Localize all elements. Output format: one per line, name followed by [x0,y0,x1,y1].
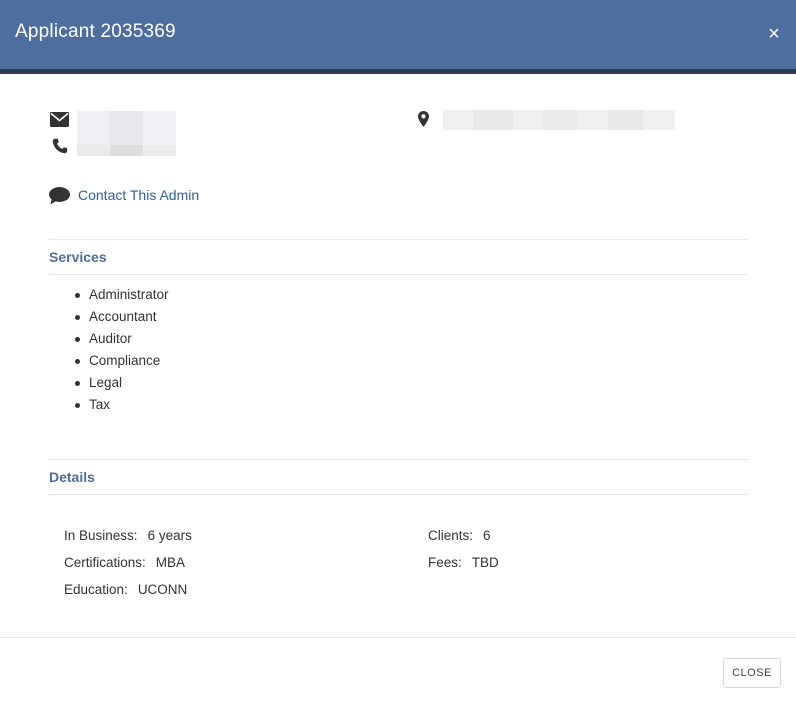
envelope-icon [50,112,69,127]
section-divider [49,494,747,495]
section-divider [49,459,747,460]
services-list: Administrator Accountant Auditor Complia… [49,284,169,416]
address-value-redacted [443,110,675,130]
modal-title: Applicant 2035369 [15,21,176,42]
details-heading: Details [49,469,95,485]
phone-value-redacted [77,145,176,156]
section-divider [49,239,747,240]
close-button[interactable]: CLOSE [723,658,781,688]
close-icon[interactable]: × [764,24,784,44]
list-item: Accountant [49,306,169,328]
phone-icon [52,138,68,154]
services-heading: Services [49,249,107,265]
applicant-modal: Applicant 2035369 × Contact This Admin S… [0,0,796,703]
footer-divider [0,637,796,638]
list-item: Tax [49,394,169,416]
detail-value: TBD [471,555,499,570]
section-divider [49,274,747,275]
detail-education: Education: UCONN [49,567,187,612]
list-item: Compliance [49,350,169,372]
detail-value: UCONN [137,582,188,597]
detail-label: Fees: [428,555,462,570]
modal-header: Applicant 2035369 × [0,0,796,74]
email-value-redacted [77,111,176,145]
list-item: Administrator [49,284,169,306]
detail-label: Education: [64,582,128,597]
list-item: Legal [49,372,169,394]
list-item: Auditor [49,328,169,350]
contact-admin-link[interactable]: Contact This Admin [78,187,199,203]
comment-icon [49,187,70,205]
map-marker-icon [418,111,429,127]
detail-fees: Fees: TBD [413,540,499,585]
